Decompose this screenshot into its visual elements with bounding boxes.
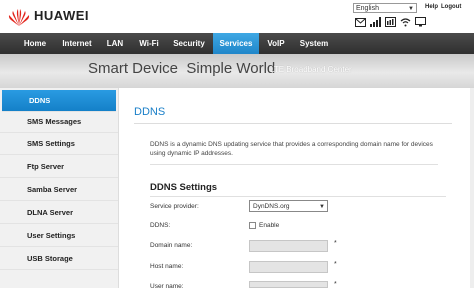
sidebar-item-usb-storage[interactable]: USB Storage [0, 248, 118, 270]
language-select-value: English [356, 5, 379, 12]
section-title: DDNS Settings [150, 182, 218, 193]
signal-icon [370, 17, 381, 27]
sidebar-item-samba-server[interactable]: Samba Server [0, 179, 118, 201]
service-provider-select[interactable]: DynDNS.org ▼ [249, 200, 328, 212]
nav-services[interactable]: Services [213, 33, 259, 54]
network-3g-icon [385, 17, 396, 27]
nav-wifi[interactable]: Wi-Fi [132, 33, 166, 54]
nav-system[interactable]: System [292, 33, 336, 54]
service-provider-value: DynDNS.org [253, 203, 290, 210]
help-link[interactable]: Help [425, 4, 438, 10]
sidebar-item-sms-messages[interactable]: SMS Messages [0, 111, 118, 133]
domain-name-label: Domain name: [150, 242, 193, 249]
host-name-input[interactable] [249, 261, 328, 273]
sidebar-item-sms-settings[interactable]: SMS Settings [0, 133, 118, 155]
sidebar-item-user-settings[interactable]: User Settings [0, 225, 118, 247]
top-header: HUAWEI English ▼ Help Logout [0, 0, 474, 33]
language-select[interactable]: English ▼ [353, 3, 417, 13]
page-description: DDNS is a dynamic DNS updating service t… [150, 141, 433, 157]
banner: Smart Device Simple World LTE Broadband … [0, 54, 474, 88]
main-nav: Home Internet LAN Wi-Fi Security Service… [0, 33, 474, 54]
page-scrollbar[interactable] [470, 88, 474, 288]
nav-security[interactable]: Security [166, 33, 212, 54]
sidebar-item-ddns[interactable]: DDNS [2, 90, 116, 112]
banner-slogan: Smart Device Simple World [88, 60, 276, 77]
huawei-logo-icon [8, 9, 30, 26]
computer-icon [415, 17, 426, 27]
mail-icon[interactable] [355, 17, 366, 27]
ddns-enable-checkbox[interactable] [249, 222, 256, 229]
enable-label: Enable [259, 222, 280, 229]
sidebar-item-dlna-server[interactable]: DLNA Server [0, 202, 118, 224]
service-provider-label: Service provider: [150, 203, 199, 210]
title-divider [134, 123, 452, 124]
user-name-label: User name: [150, 283, 184, 290]
host-name-label: Host name: [150, 263, 184, 270]
logout-link[interactable]: Logout [441, 4, 461, 10]
description-divider [150, 164, 438, 165]
brand-name: HUAWEI [34, 8, 89, 23]
nav-internet[interactable]: Internet [56, 33, 98, 54]
required-mark: * [334, 261, 337, 268]
nav-voip[interactable]: VoIP [260, 33, 292, 54]
banner-subtitle: LTE Broadband Center [270, 65, 352, 74]
chevron-down-icon: ▼ [408, 6, 414, 12]
sidebar-item-ftp-server[interactable]: Ftp Server [0, 156, 118, 178]
required-mark: * [334, 281, 337, 288]
nav-home[interactable]: Home [14, 33, 56, 54]
required-mark: * [334, 240, 337, 247]
main-content: DDNS DDNS is a dynamic DNS updating serv… [118, 88, 474, 290]
page-title: DDNS [134, 106, 166, 118]
domain-name-input[interactable] [249, 240, 328, 252]
user-name-input[interactable] [249, 281, 328, 288]
ddns-label: DDNS: [150, 222, 171, 229]
chevron-down-icon: ▼ [319, 204, 325, 210]
nav-lan[interactable]: LAN [98, 33, 132, 54]
status-icons [355, 16, 426, 28]
wifi-icon [400, 17, 411, 27]
sidebar: DDNS SMS Messages SMS Settings Ftp Serve… [0, 88, 119, 288]
section-divider [150, 196, 446, 197]
